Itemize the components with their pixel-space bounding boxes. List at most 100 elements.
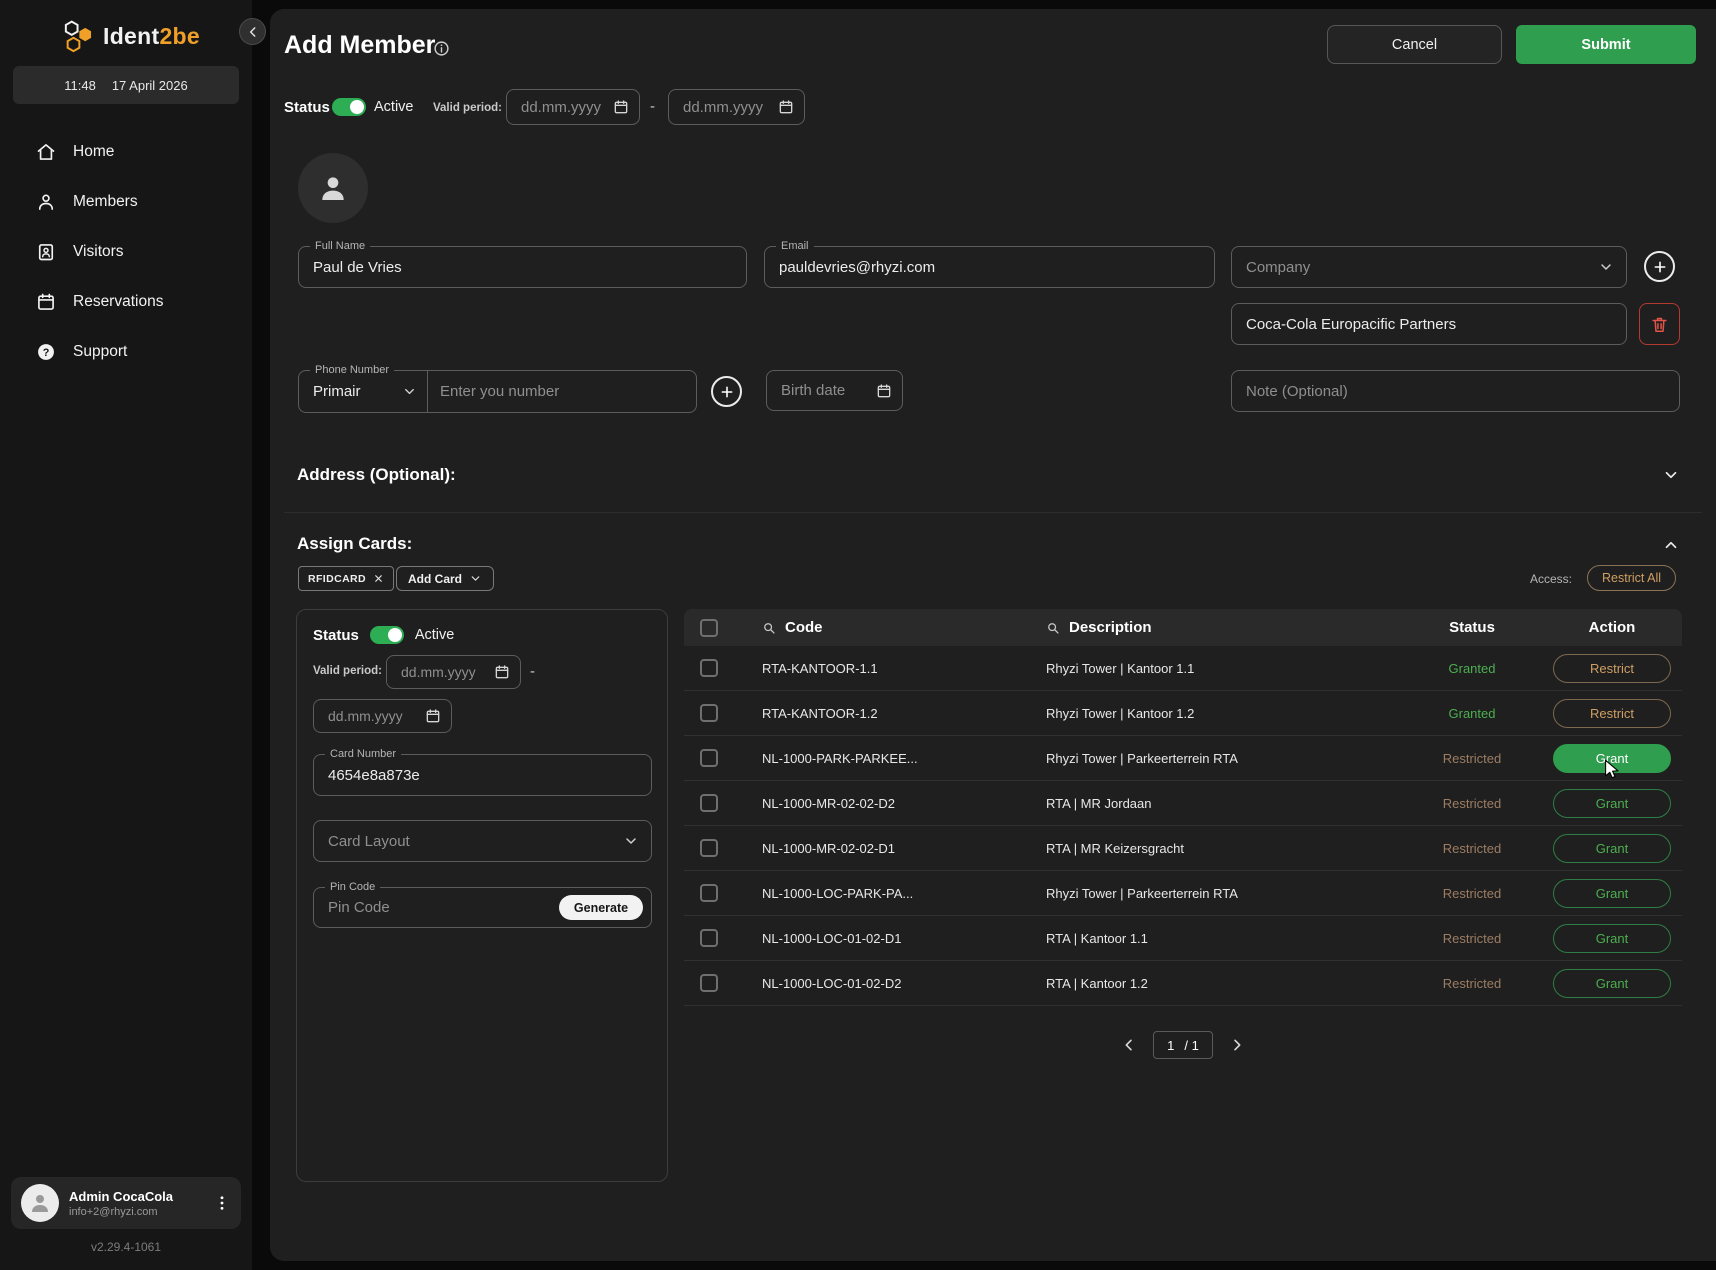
page-total: / 1	[1184, 1038, 1198, 1053]
row-checkbox[interactable]	[700, 974, 718, 992]
sidebar: Ident2be 11:48 17 April 2026 Home Member…	[0, 0, 252, 1270]
chevron-down-icon	[1598, 259, 1614, 275]
status-badge: Restricted	[1443, 796, 1502, 811]
card-code: NL-1000-MR-02-02-D2	[740, 796, 1030, 811]
sidebar-item-reservations[interactable]: Reservations	[0, 277, 252, 327]
grant-button[interactable]: Grant	[1553, 879, 1671, 908]
sidebar-item-visitors[interactable]: Visitors	[0, 227, 252, 277]
phone-number-input[interactable]	[428, 371, 696, 412]
avatar-icon	[317, 172, 349, 204]
row-checkbox[interactable]	[700, 884, 718, 902]
card-status-value: Active	[415, 627, 455, 643]
row-checkbox[interactable]	[700, 839, 718, 857]
reservations-icon	[36, 292, 56, 312]
access-label: Access:	[1530, 572, 1572, 586]
card-status-label: Status	[313, 627, 359, 644]
card-valid-period-label: Valid period:	[313, 665, 382, 677]
company-value-input[interactable]	[1232, 304, 1626, 344]
company-select-input[interactable]	[1232, 247, 1626, 287]
select-all-checkbox[interactable]	[700, 619, 718, 637]
add-card-button[interactable]: Add Card	[396, 566, 494, 591]
calendar-icon[interactable]	[494, 664, 510, 680]
member-photo-placeholder[interactable]	[298, 153, 368, 223]
chevron-right-icon[interactable]	[1229, 1037, 1245, 1053]
add-company-button[interactable]	[1644, 251, 1675, 282]
cancel-button[interactable]: Cancel	[1327, 25, 1502, 64]
phone-number-label: Phone Number	[310, 363, 394, 377]
phone-type-select[interactable]: Primair	[299, 371, 428, 412]
card-form-panel: Status Active Valid period: - Card Numbe…	[296, 609, 668, 1182]
row-checkbox[interactable]	[700, 704, 718, 722]
info-icon[interactable]	[433, 40, 450, 57]
grant-button[interactable]: Grant	[1553, 924, 1671, 953]
card-layout-select[interactable]	[313, 820, 652, 862]
add-card-label: Add Card	[408, 572, 462, 586]
section-divider	[284, 512, 1702, 513]
chevron-up-icon[interactable]	[1662, 536, 1680, 554]
current-date: 17 April 2026	[112, 78, 188, 93]
status-badge: Granted	[1449, 706, 1496, 721]
status-column-header: Status	[1449, 619, 1495, 636]
full-name-label: Full Name	[310, 239, 370, 253]
calendar-icon[interactable]	[778, 99, 794, 115]
page-number: 1	[1167, 1038, 1174, 1053]
grant-button[interactable]: Grant	[1553, 834, 1671, 863]
sidebar-item-support[interactable]: Support	[0, 327, 252, 377]
pin-code-field: Pin Code Generate	[313, 887, 652, 928]
valid-period-label: Valid period:	[433, 102, 502, 114]
card-layout-input[interactable]	[314, 821, 651, 861]
main-panel: Add Member Cancel Submit Status Active V…	[270, 9, 1716, 1261]
card-type-chip[interactable]: RFIDCARD	[298, 566, 394, 591]
add-phone-button[interactable]	[711, 376, 742, 407]
visitors-icon	[36, 242, 56, 262]
row-checkbox[interactable]	[700, 794, 718, 812]
card-description: RTA | MR Keizersgracht	[1030, 841, 1402, 856]
search-icon[interactable]	[762, 621, 776, 635]
sidebar-collapse-button[interactable]	[239, 18, 266, 45]
email-input[interactable]	[765, 247, 1214, 287]
table-header: Code Description Status Action	[684, 609, 1682, 646]
restrict-all-button[interactable]: Restrict All	[1587, 565, 1676, 591]
calendar-icon[interactable]	[876, 383, 892, 399]
chevron-left-icon[interactable]	[1121, 1037, 1137, 1053]
chevron-down-icon[interactable]	[1662, 466, 1680, 484]
sidebar-item-home[interactable]: Home	[0, 127, 252, 177]
card-status-toggle[interactable]	[370, 626, 404, 644]
submit-button[interactable]: Submit	[1516, 25, 1696, 64]
status-badge: Restricted	[1443, 751, 1502, 766]
email-label: Email	[776, 239, 814, 253]
row-checkbox[interactable]	[700, 929, 718, 947]
card-number-input[interactable]	[314, 755, 651, 795]
restrict-button[interactable]: Restrict	[1553, 654, 1671, 683]
table-row: RTA-KANTOOR-1.2 Rhyzi Tower | Kantoor 1.…	[684, 691, 1682, 736]
row-checkbox[interactable]	[700, 659, 718, 677]
full-name-field: Full Name	[298, 246, 747, 288]
generate-pin-button[interactable]: Generate	[559, 895, 643, 920]
member-status-toggle[interactable]	[332, 98, 366, 116]
grant-button[interactable]: Grant	[1553, 744, 1671, 773]
card-description: Rhyzi Tower | Kantoor 1.2	[1030, 706, 1402, 721]
sidebar-item-members[interactable]: Members	[0, 177, 252, 227]
search-icon[interactable]	[1046, 621, 1060, 635]
chevron-down-icon	[402, 384, 417, 399]
full-name-input[interactable]	[299, 247, 746, 287]
restrict-button[interactable]: Restrict	[1553, 699, 1671, 728]
user-card[interactable]: Admin CocaCola info+2@rhyzi.com	[11, 1177, 241, 1229]
user-menu-button[interactable]	[213, 1194, 231, 1212]
code-column-header[interactable]: Code	[785, 619, 823, 636]
note-input[interactable]	[1232, 371, 1679, 411]
card-status-row: Status Active	[313, 626, 454, 644]
calendar-icon[interactable]	[425, 708, 441, 724]
row-checkbox[interactable]	[700, 749, 718, 767]
email-field: Email	[764, 246, 1215, 288]
description-column-header[interactable]: Description	[1069, 619, 1152, 636]
clock-time: 11:48	[64, 78, 96, 93]
close-icon[interactable]	[373, 573, 384, 584]
grant-button[interactable]: Grant	[1553, 969, 1671, 998]
grant-button[interactable]: Grant	[1553, 789, 1671, 818]
calendar-icon[interactable]	[613, 99, 629, 115]
user-meta: Admin CocaCola info+2@rhyzi.com	[69, 1189, 173, 1218]
remove-company-button[interactable]	[1639, 303, 1680, 345]
table-row: NL-1000-LOC-01-02-D1 RTA | Kantoor 1.1 R…	[684, 916, 1682, 961]
company-select[interactable]	[1231, 246, 1627, 288]
